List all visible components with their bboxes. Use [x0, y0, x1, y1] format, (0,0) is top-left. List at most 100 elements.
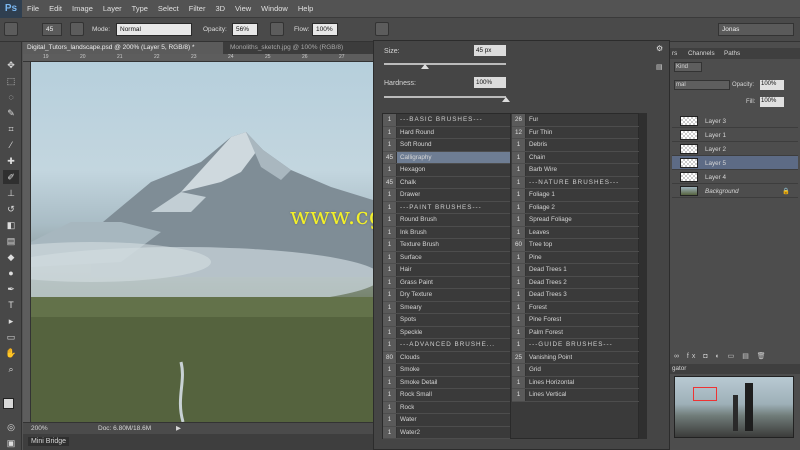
- blend-mode-select[interactable]: mal: [674, 80, 730, 90]
- brush-preset-item[interactable]: 1 Forest: [512, 301, 640, 314]
- hardness-slider-handle[interactable]: [502, 97, 510, 102]
- brush-preset-item[interactable]: 1 Pine Forest: [512, 314, 640, 327]
- foreground-color-swatch[interactable]: [3, 398, 14, 409]
- brush-preset-item[interactable]: 1 Rock: [383, 401, 510, 414]
- menu-3d[interactable]: 3D: [210, 4, 230, 13]
- pen-tool-icon[interactable]: ✒: [3, 282, 19, 296]
- flow-field[interactable]: 100%: [312, 23, 338, 36]
- hand-tool-icon[interactable]: ✋: [3, 346, 19, 360]
- mini-bridge-tab[interactable]: Mini Bridge: [28, 437, 70, 446]
- size-value-field[interactable]: 45 px: [474, 45, 506, 56]
- brush-tool-preset-icon[interactable]: [4, 22, 18, 36]
- healing-tool-icon[interactable]: ✚: [3, 154, 19, 168]
- layers-footer-icons[interactable]: ∞ fx ◘ ◐ ▭ ▤ 🗑: [674, 352, 798, 362]
- brush-preset-item[interactable]: 1 Water2: [383, 426, 510, 439]
- type-tool-icon[interactable]: T: [3, 298, 19, 312]
- brush-preset-item[interactable]: 1 Smoke Detail: [383, 376, 510, 389]
- brush-preset-item[interactable]: 1 Soft Round: [383, 139, 510, 152]
- menu-filter[interactable]: Filter: [184, 4, 211, 13]
- zoom-tool-icon[interactable]: ⌕: [3, 362, 19, 376]
- lasso-tool-icon[interactable]: ◌: [3, 90, 19, 104]
- menu-type[interactable]: Type: [127, 4, 153, 13]
- brush-preset-item[interactable]: 1 Hard Round: [383, 126, 510, 139]
- brush-preset-item[interactable]: 1 Grid: [512, 364, 640, 377]
- airbrush-icon[interactable]: [375, 22, 389, 36]
- brush-preset-item[interactable]: 1 Pine: [512, 251, 640, 264]
- brush-preset-item[interactable]: 60 Tree top: [512, 239, 640, 252]
- brush-group-header[interactable]: 1 ---NATURE BRUSHES---: [512, 176, 640, 189]
- brush-panel-toggle-icon[interactable]: [70, 22, 84, 36]
- brush-preset-item[interactable]: 1 Speckle: [383, 326, 510, 339]
- brush-group-header[interactable]: 1 ---ADVANCED BRUSHE...: [383, 339, 510, 352]
- brush-preset-item[interactable]: 1 Dead Trees 3: [512, 289, 640, 302]
- brush-preset-item[interactable]: 45 Chalk: [383, 176, 510, 189]
- brush-preset-item[interactable]: 1 Smeary: [383, 301, 510, 314]
- tab-landscape-document[interactable]: Digital_Tutors_landscape.psd @ 200% (Lay…: [23, 42, 223, 54]
- clone-stamp-tool-icon[interactable]: ⊥: [3, 186, 19, 200]
- menu-image[interactable]: Image: [67, 4, 98, 13]
- brush-tool-icon[interactable]: ✐: [3, 170, 19, 184]
- path-select-tool-icon[interactable]: ▸: [3, 314, 19, 328]
- marquee-tool-icon[interactable]: ⬚: [3, 74, 19, 88]
- navigator-view-box[interactable]: [693, 387, 717, 401]
- brush-preset-item[interactable]: 1 Lines Vertical: [512, 389, 640, 402]
- brush-preset-item[interactable]: 1 Dry Texture: [383, 289, 510, 302]
- brush-preset-item[interactable]: 1 Barb Wire: [512, 164, 640, 177]
- tab-layers[interactable]: rs: [672, 50, 677, 57]
- brush-preset-item[interactable]: 1 Smoke: [383, 364, 510, 377]
- pressure-opacity-icon[interactable]: [270, 22, 284, 36]
- brush-preset-item[interactable]: 45 Calligraphy: [383, 151, 510, 164]
- brush-preset-item[interactable]: 1 Leaves: [512, 226, 640, 239]
- status-menu-arrow-icon[interactable]: ▶: [176, 424, 181, 432]
- brush-preset-item[interactable]: 1 Spread Foliage: [512, 214, 640, 227]
- menu-window[interactable]: Window: [256, 4, 293, 13]
- gear-icon[interactable]: ⚙: [656, 44, 663, 53]
- document-canvas[interactable]: [31, 62, 373, 422]
- size-slider-handle[interactable]: [421, 64, 430, 69]
- brush-preset-item[interactable]: 1 Hair: [383, 264, 510, 277]
- brush-preset-item[interactable]: 80 Clouds: [383, 351, 510, 364]
- tab-monoliths-document[interactable]: Monoliths_sketch.jpg @ 100% (RGB/8): [226, 42, 373, 54]
- shape-tool-icon[interactable]: ▭: [3, 330, 19, 344]
- brush-group-header[interactable]: 1 ---PAINT BRUSHES---: [383, 201, 510, 214]
- brush-preset-item[interactable]: 1 Water: [383, 414, 510, 427]
- brush-preset-item[interactable]: 12 Fur Thin: [512, 126, 640, 139]
- brush-preset-item[interactable]: 1 Hexagon: [383, 164, 510, 177]
- brush-list-scrollbar[interactable]: [639, 113, 647, 439]
- tab-navigator[interactable]: gator: [672, 365, 686, 372]
- zoom-level[interactable]: 200%: [31, 425, 48, 432]
- layer-row[interactable]: Background 🔒: [672, 184, 798, 198]
- mode-select[interactable]: Normal: [116, 23, 192, 36]
- brush-preset-item[interactable]: 1 Surface: [383, 251, 510, 264]
- layer-opacity-field[interactable]: 100%: [760, 80, 784, 90]
- opacity-field[interactable]: 56%: [232, 23, 258, 36]
- brush-preset-item[interactable]: 1 Rock Small: [383, 389, 510, 402]
- navigator-preview[interactable]: [674, 376, 794, 438]
- brush-preset-item[interactable]: 1 Ink Brush: [383, 226, 510, 239]
- move-tool-icon[interactable]: ✥: [3, 58, 19, 72]
- brush-preset-item[interactable]: 1 Chain: [512, 151, 640, 164]
- brush-group-header[interactable]: 1 ---GUIDE BRUSHES---: [512, 339, 640, 352]
- layer-fill-field[interactable]: 100%: [760, 97, 784, 107]
- history-brush-tool-icon[interactable]: ↺: [3, 202, 19, 216]
- layer-row[interactable]: Layer 3: [672, 114, 798, 128]
- dodge-tool-icon[interactable]: ●: [3, 266, 19, 280]
- hardness-slider-track[interactable]: [384, 96, 506, 98]
- quick-mask-icon[interactable]: ◎: [3, 420, 19, 434]
- brush-preset-item[interactable]: 1 Dead Trees 1: [512, 264, 640, 277]
- brush-preset-item[interactable]: 1 Round Brush: [383, 214, 510, 227]
- brush-preset-item[interactable]: 26 Fur: [512, 114, 640, 127]
- brush-preset-item[interactable]: 1 Debris: [512, 139, 640, 152]
- size-slider-track[interactable]: [384, 63, 506, 65]
- layer-row[interactable]: Layer 4: [672, 170, 798, 184]
- menu-layer[interactable]: Layer: [98, 4, 127, 13]
- brush-group-header[interactable]: 1 ---BASIC BRUSHES---: [383, 114, 510, 127]
- blur-tool-icon[interactable]: ◆: [3, 250, 19, 264]
- new-preset-icon[interactable]: ▤: [656, 63, 663, 71]
- workspace-switcher[interactable]: Jonas: [718, 23, 794, 36]
- quick-select-tool-icon[interactable]: ✎: [3, 106, 19, 120]
- layer-row[interactable]: Layer 5: [672, 156, 798, 170]
- brush-preset-item[interactable]: 1 Spots: [383, 314, 510, 327]
- brush-preset-item[interactable]: 1 Texture Brush: [383, 239, 510, 252]
- brush-preset-item[interactable]: 1 Foliage 2: [512, 201, 640, 214]
